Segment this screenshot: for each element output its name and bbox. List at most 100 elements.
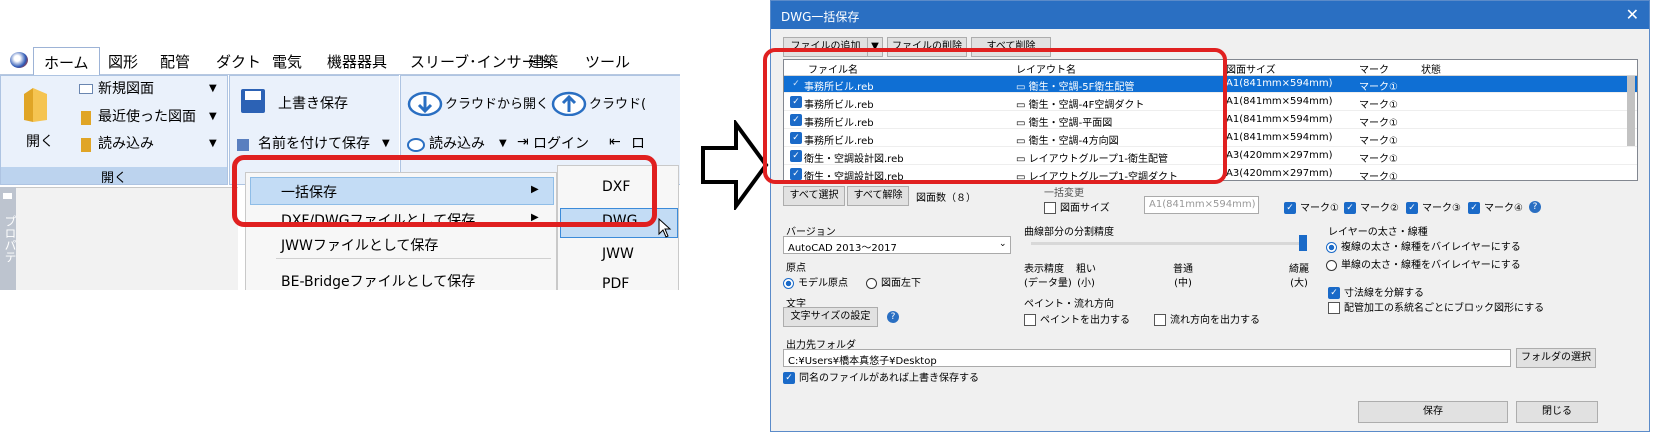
logout-icon: ⇤ [609, 134, 621, 150]
overwrite-checkbox[interactable]: ✓ 同名のファイルがあれば上書き保存する [783, 369, 979, 384]
size-cell: A3(420mm×297mm) [1226, 150, 1333, 161]
text-size-button[interactable]: 文字サイズの設定 [783, 307, 878, 327]
login-button[interactable]: ログイン [533, 133, 589, 153]
origin-label: 原点 [786, 263, 806, 274]
folder-select-button[interactable]: フォルダの選択 [1516, 348, 1596, 368]
chevron-down-icon[interactable]: ⌄ [999, 239, 1007, 249]
select-all-button[interactable]: すべて選択 [783, 186, 845, 206]
load-item[interactable]: 読み込み [98, 133, 154, 153]
cloud-upload-icon [551, 91, 587, 116]
precision-fine-label: 綺麗 (大) [1289, 264, 1309, 289]
chevron-down-icon[interactable]: ▼ [209, 83, 217, 94]
ribbon-tab-bar: ホーム 図形 配管 ダクト 電気 機器器具 スリーブ･インサート 建築 ツール [0, 45, 680, 76]
group-label: 開く [1, 167, 227, 186]
column-header[interactable]: 状態 [1421, 61, 1441, 76]
block-by-system-checkbox[interactable]: 配管加工の系統名ごとにブロック図形にする [1328, 299, 1544, 314]
precision-slider-thumb[interactable] [1299, 235, 1307, 251]
dialog-title: DWG一括保存 [771, 1, 1649, 29]
output-path-input[interactable]: C:¥Users¥橋本真悠子¥Desktop [783, 349, 1511, 367]
save-icon [241, 89, 265, 113]
cloud-load-icon [407, 138, 425, 152]
folder-icon [81, 111, 91, 125]
chevron-down-icon[interactable]: ▼ [382, 138, 390, 149]
sidebar-panel [16, 187, 238, 290]
origin-model-radio[interactable]: モデル原点 [783, 274, 848, 289]
open-group: 開く 新規図面 ▼ 最近使った図面 ▼ 読み込み ▼ 開く [0, 75, 228, 186]
layer-option-double[interactable]: 複線の太さ・線種をバイレイヤーにする [1326, 238, 1521, 253]
mark1-checkbox[interactable]: ✓ マーク① [1284, 199, 1339, 214]
origin-lowerleft-radio[interactable]: 図面左下 [866, 274, 921, 289]
drawing-count: 図面数（８） [916, 193, 976, 204]
deselect-all-button[interactable]: すべて解除 [847, 186, 909, 206]
cloud-load-button[interactable]: 読み込み [429, 133, 485, 153]
tab-duct[interactable]: ダクト [216, 51, 261, 72]
mark4-checkbox[interactable]: ✓ マーク④ [1468, 199, 1523, 214]
cloud-save-button[interactable]: クラウド( [589, 93, 646, 112]
open-button[interactable]: 開く [26, 131, 54, 151]
tab-shapes[interactable]: 図形 [108, 51, 138, 72]
split-dims-checkbox[interactable]: ✓ 寸法線を分解する [1328, 284, 1424, 299]
size-cell: A1(841mm×594mm) [1226, 78, 1333, 89]
precision-normal-label: 普通 (中) [1173, 264, 1193, 289]
layer-option-single[interactable]: 単線の太さ・線種をバイレイヤーにする [1326, 256, 1521, 271]
size-cell: A3(420mm×297mm) [1226, 168, 1333, 179]
flow-checkbox[interactable]: 流れ方向を出力する [1154, 311, 1260, 326]
mouse-cursor-icon [658, 218, 672, 238]
mark3-checkbox[interactable]: ✓ マーク③ [1406, 199, 1461, 214]
tab-electric[interactable]: 電気 [272, 51, 302, 72]
layer-label: レイヤーの太さ・線種 [1328, 227, 1428, 238]
submenu-item-jww[interactable]: JWW [602, 246, 634, 262]
close-icon[interactable]: ✕ [1626, 5, 1639, 24]
folder-icon [24, 88, 47, 122]
precision-slider-track[interactable] [1031, 242, 1301, 245]
logout-button[interactable]: ロ [631, 133, 645, 153]
mark2-checkbox[interactable]: ✓ マーク② [1344, 199, 1399, 214]
folder-icon [81, 138, 91, 152]
tab-equipment[interactable]: 機器器具 [327, 51, 387, 72]
pin-icon[interactable] [3, 193, 12, 199]
size-cell: A1(841mm×594mm) [1226, 96, 1333, 107]
tab-tools[interactable]: ツール [585, 51, 630, 72]
new-drawing-item[interactable]: 新規図面 [98, 78, 154, 98]
tab-architecture[interactable]: 建築 [528, 51, 558, 72]
menu-item-jww[interactable]: JWWファイルとして保存 [281, 235, 438, 255]
save-button[interactable]: 保存 [1358, 401, 1508, 423]
batch-save-dialog: DWG一括保存 ✕ ファイルの追加 ▼ ファイルの削除 すべて削除 ファイル名 … [763, 0, 1650, 432]
recent-item[interactable]: 最近使った図面 [98, 106, 196, 126]
help-icon[interactable]: ? [887, 311, 899, 323]
save-as-button[interactable]: 名前を付けて保存 [258, 133, 370, 153]
mark-cell: マーク① [1359, 100, 1398, 111]
property-sidebar: プロパテ [0, 187, 17, 290]
submenu-item-pdf[interactable]: PDF [602, 276, 629, 290]
mark-cell: マーク① [1359, 118, 1398, 129]
chevron-down-icon[interactable]: ▼ [499, 138, 507, 149]
mark-cell: マーク① [1359, 136, 1398, 147]
size-cell: A1(841mm×594mm) [1226, 132, 1333, 143]
menu-divider [276, 258, 551, 259]
cloud-download-icon [407, 91, 443, 116]
column-header[interactable]: 図面サイズ [1226, 61, 1276, 76]
column-header[interactable]: マーク [1359, 61, 1389, 76]
paint-label: ペイント・流れ方向 [1024, 299, 1114, 310]
mark-cell: マーク① [1359, 82, 1398, 93]
overwrite-save-button[interactable]: 上書き保存 [278, 93, 348, 113]
chevron-down-icon[interactable]: ▼ [209, 111, 217, 122]
help-icon[interactable]: ? [1529, 201, 1541, 213]
tab-piping[interactable]: 配管 [160, 51, 190, 72]
cloud-open-button[interactable]: クラウドから開く [445, 93, 549, 112]
save-as-icon [237, 139, 249, 151]
paint-checkbox[interactable]: ペイントを出力する [1024, 311, 1130, 326]
new-drawing-icon [79, 84, 93, 94]
curve-precision-label: 曲線部分の分割精度 [1024, 227, 1114, 238]
tab-home[interactable]: ホーム [33, 47, 100, 76]
ribbon: ホーム 図形 配管 ダクト 電気 機器器具 スリーブ･インサート 建築 ツール … [0, 45, 680, 290]
close-button[interactable]: 閉じる [1516, 401, 1598, 423]
chevron-down-icon[interactable]: ▼ [209, 138, 217, 149]
app-menu-icon[interactable] [10, 52, 28, 68]
size-select[interactable]: A1(841mm×594mm) [1144, 196, 1259, 214]
scrollbar[interactable] [1627, 76, 1635, 146]
version-select[interactable]: AutoCAD 2013～2017 [783, 236, 1011, 254]
menu-item-bebridge[interactable]: BE-Bridgeファイルとして保存 [281, 271, 475, 290]
size-checkbox[interactable]: 図面サイズ [1044, 199, 1110, 214]
login-icon: ⇥ [517, 134, 529, 150]
